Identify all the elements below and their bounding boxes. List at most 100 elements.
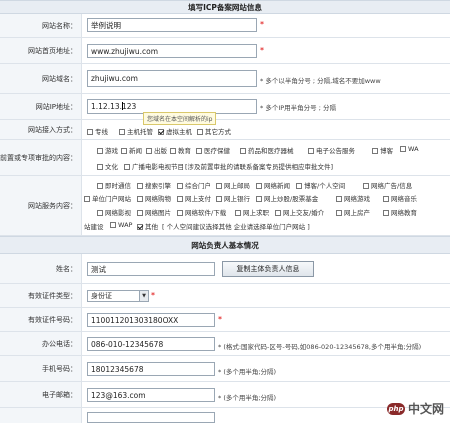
preapproval-bbs[interactable]: 电子公告服务 (308, 145, 355, 155)
preapproval-news[interactable]: 新闻 (121, 145, 142, 155)
checkbox[interactable] (177, 210, 183, 216)
checkbox[interactable] (84, 196, 90, 202)
checkbox[interactable] (296, 183, 302, 189)
preapproval-medical[interactable]: 医疗保健 (196, 145, 230, 155)
checkbox[interactable] (124, 164, 130, 170)
office-phone-input[interactable]: 086-010-12345678 (87, 337, 215, 351)
checkbox[interactable] (137, 183, 143, 189)
checkbox[interactable] (137, 196, 143, 202)
owner-name-input[interactable]: 测试 (87, 262, 215, 276)
checkbox[interactable] (363, 183, 369, 189)
service-shopping[interactable]: 网络购物 (137, 193, 171, 203)
service-music[interactable]: 网络音乐 (383, 193, 417, 203)
access-option-virtual-host[interactable]: 虚拟主机 (158, 126, 192, 136)
checkbox-checked[interactable] (158, 129, 164, 135)
preapproval-drugs[interactable]: 药品和医疗器械 (240, 145, 294, 155)
next-row-input[interactable] (87, 412, 215, 423)
id-type-select[interactable]: 身份证 ▼ (87, 290, 149, 302)
row-email: 电子邮箱： 123@163.com * (多个用半角;分隔) (0, 382, 450, 408)
service-video[interactable]: 网络影视 (97, 207, 131, 217)
checkbox[interactable] (97, 164, 103, 170)
checkbox[interactable] (177, 183, 183, 189)
preapproval-publish[interactable]: 出版 (146, 145, 167, 155)
service-im[interactable]: 即时通信 (97, 180, 131, 190)
service-blog-space[interactable]: 博客/个人空间 (296, 180, 345, 190)
mobile-hint: * (多个用半角;分隔) (218, 368, 277, 376)
chevron-down-icon[interactable]: ▼ (139, 291, 148, 301)
row-ip: 网站IP地址： 1.12.13.123 * 多个IP用半角分号 ; 分隔 (0, 94, 450, 120)
checkbox[interactable] (196, 148, 202, 154)
checkbox[interactable] (146, 148, 152, 154)
checkbox-checked[interactable] (137, 224, 143, 230)
service-edu[interactable]: 网络教育 (383, 207, 417, 217)
section-header-site-info: 填写ICP备案网站信息 (0, 0, 450, 14)
services-label: 网站服务内容： (0, 176, 82, 235)
preapproval-blog[interactable]: 博客 (372, 145, 393, 155)
service-images[interactable]: 网络图片 (137, 207, 171, 217)
service-ads[interactable]: 网络广告/信息 (363, 180, 412, 190)
service-wap[interactable]: WAP (110, 221, 132, 229)
access-option-leased-line[interactable]: 专线 (87, 126, 108, 136)
service-other[interactable]: 其他 (137, 221, 158, 231)
service-org-portal[interactable]: 单位门户网站 (84, 193, 131, 203)
service-dating[interactable]: 网上交友/婚介 (275, 207, 324, 217)
checkbox[interactable] (110, 222, 116, 228)
checkbox[interactable] (97, 148, 103, 154)
checkbox[interactable] (216, 183, 222, 189)
id-type-label: 有效证件类型： (0, 284, 82, 307)
checkbox[interactable] (383, 210, 389, 216)
copy-owner-info-button[interactable]: 复制主体负责人信息 (222, 261, 314, 277)
checkbox[interactable] (235, 210, 241, 216)
service-payment[interactable]: 网上支付 (177, 193, 211, 203)
service-mail[interactable]: 网上邮局 (216, 180, 250, 190)
checkbox[interactable] (240, 148, 246, 154)
checkbox[interactable] (97, 210, 103, 216)
service-jobs[interactable]: 网上求职 (235, 207, 269, 217)
service-search[interactable]: 搜索引擎 (137, 180, 171, 190)
row-site-name: 网站名称： 举例说明 * (0, 14, 450, 38)
preapproval-game[interactable]: 游戏 (97, 145, 118, 155)
checkbox[interactable] (336, 210, 342, 216)
id-number-input[interactable]: 110011201303180OXX (87, 313, 215, 327)
service-news[interactable]: 网络新闻 (256, 180, 290, 190)
checkbox[interactable] (308, 148, 314, 154)
checkbox[interactable] (121, 148, 127, 154)
preapproval-broadcast[interactable]: 广播电影电视节目 (124, 161, 184, 171)
service-stocks[interactable]: 网上炒股/股票基金 (256, 193, 318, 203)
domain-label: 网站域名： (0, 64, 82, 93)
service-portal[interactable]: 综合门户 (177, 180, 211, 190)
checkbox[interactable] (336, 196, 342, 202)
home-url-label: 网站首页地址： (0, 38, 82, 63)
access-option-hosting[interactable]: 主机托管 (119, 126, 153, 136)
service-bank[interactable]: 网上银行 (216, 193, 250, 203)
home-url-input[interactable]: www.zhujiwu.com (87, 44, 257, 58)
preapproval-wap[interactable]: WA (400, 145, 419, 153)
watermark-text: 中文网 (407, 402, 444, 416)
domain-input[interactable]: zhujiwu.com (87, 70, 257, 87)
checkbox[interactable] (383, 196, 389, 202)
checkbox[interactable] (97, 183, 103, 189)
checkbox[interactable] (256, 183, 262, 189)
checkbox[interactable] (216, 196, 222, 202)
checkbox[interactable] (137, 210, 143, 216)
mobile-input[interactable]: 18012345678 (87, 362, 215, 376)
row-owner-name: 姓名： 测试 复制主体负责人信息 (0, 254, 450, 284)
checkbox[interactable] (119, 129, 125, 135)
access-option-other[interactable]: 其它方式 (197, 126, 231, 136)
service-games[interactable]: 网络游戏 (336, 193, 370, 203)
domain-hint: * 多个以半角分号 ; 分隔,域名不要加www (260, 77, 381, 85)
service-realestate[interactable]: 网上房产 (336, 207, 370, 217)
preapproval-culture[interactable]: 文化 (97, 161, 118, 171)
email-input[interactable]: 123@163.com (87, 388, 215, 402)
checkbox[interactable] (400, 146, 406, 152)
preapproval-education[interactable]: 教育 (170, 145, 191, 155)
checkbox[interactable] (170, 148, 176, 154)
site-name-input[interactable]: 举例说明 (87, 18, 257, 32)
checkbox[interactable] (177, 196, 183, 202)
service-software[interactable]: 网络软件/下载 (177, 207, 226, 217)
checkbox[interactable] (372, 148, 378, 154)
checkbox[interactable] (256, 196, 262, 202)
checkbox[interactable] (197, 129, 203, 135)
checkbox[interactable] (87, 129, 93, 135)
checkbox[interactable] (275, 210, 281, 216)
